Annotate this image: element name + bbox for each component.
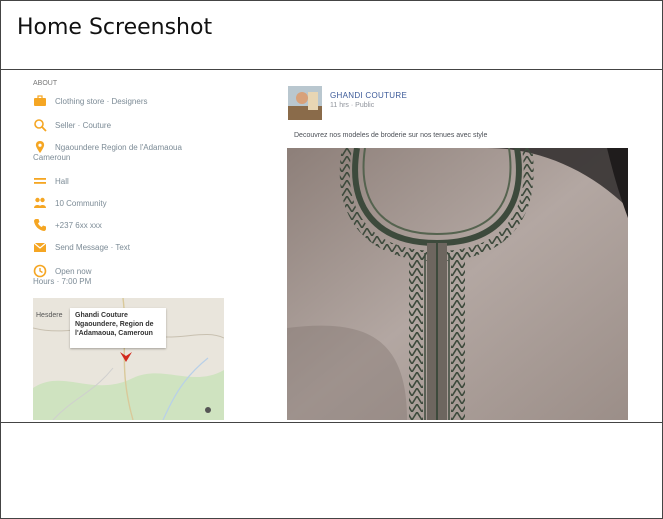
- map-info-bubble: Ghandi Couture Ngaoundere, Region de l'A…: [70, 308, 166, 348]
- hours-text: Open now: [55, 267, 92, 276]
- phone-icon: [34, 219, 46, 231]
- location-pin-icon: [35, 141, 45, 153]
- page-title: Home Screenshot: [17, 15, 213, 40]
- map-bubble-line-2: Ngaoundere, Region de: [75, 321, 154, 328]
- people-icon: [34, 197, 46, 208]
- phone-text: +237 6xx xxx: [55, 221, 102, 230]
- post-photo[interactable]: [287, 148, 628, 420]
- hall-text: Hall: [55, 177, 69, 186]
- map-marker-icon[interactable]: [119, 350, 133, 364]
- empty-row: [1, 423, 662, 518]
- clock-icon: [33, 264, 47, 278]
- mail-icon: [33, 242, 47, 252]
- address-item[interactable]: Ngaoundere Region de l'Adamaoua Cameroun: [33, 140, 233, 168]
- message-text: Send Message · Text: [55, 243, 131, 252]
- page-avatar[interactable]: [288, 86, 322, 120]
- briefcase-icon: [34, 95, 46, 106]
- phone-item[interactable]: +237 6xx xxx: [33, 218, 233, 234]
- seller-text: Seller · Couture: [55, 121, 112, 130]
- page-name-link[interactable]: GHANDI COUTURE: [330, 91, 407, 100]
- location-map[interactable]: Hesdere Ghandi Couture Ngaoundere, Regio…: [33, 298, 224, 420]
- header-row: Home Screenshot: [1, 1, 662, 70]
- community-text: 10 Community: [55, 199, 107, 208]
- post-text: Decouvrez nos modeles de broderie sur no…: [294, 132, 488, 139]
- hours-text-line2: Hours · 7:00 PM: [33, 277, 92, 286]
- message-item[interactable]: Send Message · Text: [33, 240, 233, 256]
- menu-lines-icon: [34, 178, 46, 184]
- community-item[interactable]: 10 Community: [33, 196, 233, 212]
- category-text: Clothing store · Designers: [55, 97, 148, 106]
- address-text: Ngaoundere Region de l'Adamaoua: [55, 143, 182, 152]
- map-place-label: Hesdere: [36, 312, 63, 319]
- magnifier-icon: [34, 119, 47, 132]
- about-panel: ABOUT Clothing store · Designers Seller …: [33, 80, 233, 420]
- hours-item[interactable]: Open now Hours · 7:00 PM: [33, 264, 233, 292]
- hall-item[interactable]: Hall: [33, 174, 233, 190]
- map-bubble-line-1: Ghandi Couture: [75, 312, 128, 319]
- seller-item[interactable]: Seller · Couture: [33, 118, 233, 134]
- about-label: ABOUT: [33, 80, 58, 87]
- category-item[interactable]: Clothing store · Designers: [33, 94, 233, 110]
- address-text-line2: Cameroun: [33, 153, 71, 162]
- post-card: GHANDI COUTURE 11 hrs · Public Decouvrez…: [272, 80, 630, 420]
- map-bubble-line-3: l'Adamaoua, Cameroun: [75, 330, 153, 337]
- post-timestamp[interactable]: 11 hrs · Public: [330, 102, 374, 109]
